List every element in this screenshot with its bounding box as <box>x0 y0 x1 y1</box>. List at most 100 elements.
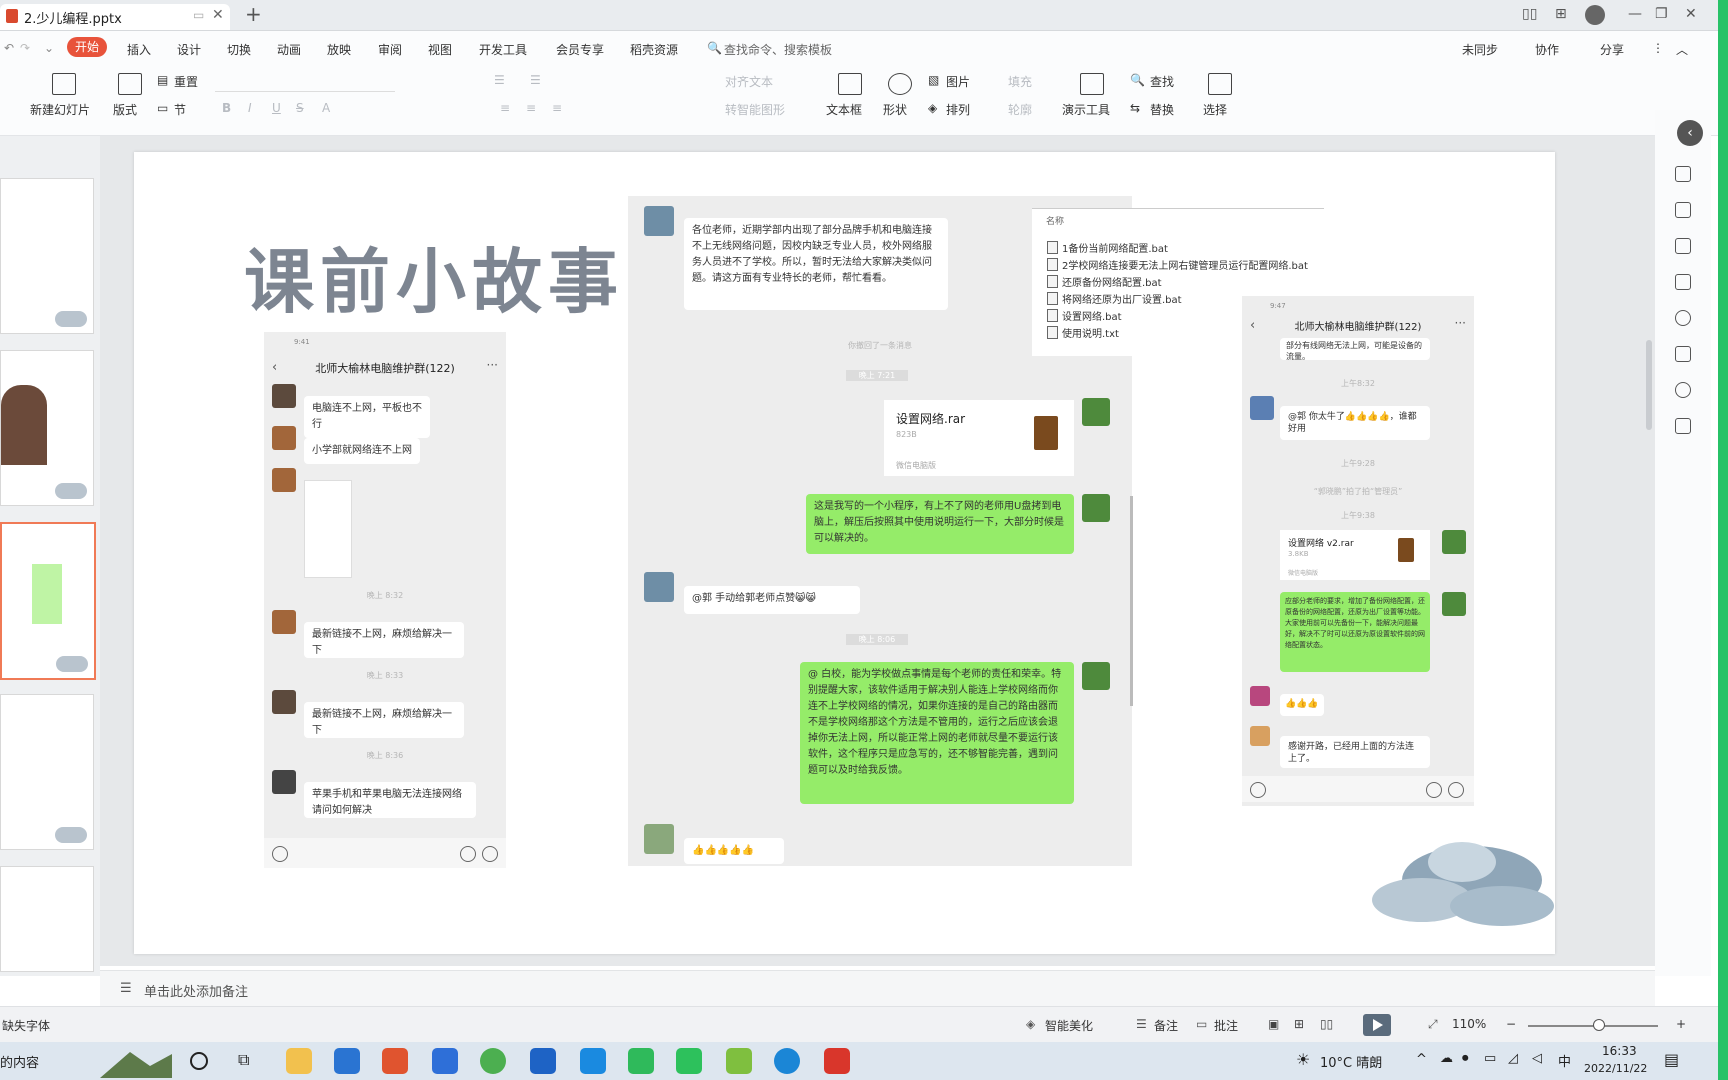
app-icon[interactable] <box>628 1048 654 1074</box>
search-command[interactable]: 查找命令、搜索模板 <box>724 41 832 58</box>
reading-view-icon[interactable]: ▯▯ <box>1320 1017 1333 1031</box>
clock-date[interactable]: 2022/11/22 <box>1584 1062 1647 1075</box>
presenter-tools-button[interactable]: 演示工具 <box>1062 101 1110 118</box>
missing-font-button[interactable]: 缺失字体 <box>2 1017 50 1034</box>
picture-icon[interactable]: ▧ <box>928 73 939 87</box>
new-slide-button[interactable]: 新建幻灯片 <box>30 101 90 118</box>
weather-text[interactable]: 10°C 晴朗 <box>1320 1052 1382 1071</box>
font-name-box[interactable] <box>215 73 395 92</box>
ime-indicator[interactable]: 中 <box>1558 1051 1571 1070</box>
volume-icon[interactable]: ◁ <box>1532 1051 1542 1066</box>
menu-member[interactable]: 会员专享 <box>556 41 604 58</box>
replace-button[interactable]: 替换 <box>1150 101 1174 118</box>
smart-beautify-button[interactable]: 智能美化 <box>1045 1017 1093 1034</box>
arrange-button[interactable]: 排列 <box>946 101 970 118</box>
collapse-ribbon-icon[interactable]: ︿ <box>1676 41 1688 58</box>
zoom-level[interactable]: 110% <box>1452 1017 1486 1031</box>
restore-icon[interactable]: ❐ <box>1655 6 1668 22</box>
find-icon[interactable]: 🔍 <box>1130 73 1145 87</box>
layout-icon[interactable] <box>118 73 142 95</box>
settings-sliders-icon[interactable] <box>1675 202 1691 218</box>
notification-icon[interactable]: ▤ <box>1664 1050 1679 1069</box>
select-icon[interactable] <box>1208 73 1232 95</box>
menu-slideshow[interactable]: 放映 <box>327 41 351 58</box>
align-left-icon[interactable]: ≡ <box>500 101 510 115</box>
grid-icon[interactable]: ⊞ <box>1555 6 1567 22</box>
bullets-icon[interactable]: ☰ <box>494 73 505 87</box>
fit-icon[interactable]: ⤢ <box>1428 1017 1438 1032</box>
align-center-icon[interactable]: ≡ <box>526 101 536 115</box>
normal-view-icon[interactable]: ▣ <box>1268 1017 1279 1031</box>
picture-button[interactable]: 图片 <box>946 73 970 90</box>
menu-design[interactable]: 设计 <box>177 41 201 58</box>
numbering-icon[interactable]: ☰ <box>530 73 541 87</box>
wechat-icon[interactable] <box>676 1048 702 1074</box>
presenter-tools-icon[interactable] <box>1080 73 1104 95</box>
compass-icon[interactable] <box>1675 382 1691 398</box>
find-button[interactable]: 查找 <box>1150 73 1174 90</box>
shape-icon[interactable] <box>888 73 912 95</box>
beautify-icon[interactable]: ◈ <box>1026 1017 1035 1031</box>
menu-transition[interactable]: 切换 <box>227 41 251 58</box>
menu-start[interactable]: 开始 <box>67 37 107 57</box>
office-icon[interactable] <box>382 1048 408 1074</box>
notes-placeholder[interactable]: 单击此处添加备注 <box>144 981 248 1000</box>
play-slideshow-button[interactable] <box>1363 1014 1391 1036</box>
slide-thumbnail[interactable] <box>0 350 94 506</box>
image-icon[interactable] <box>1675 346 1691 362</box>
sync-button[interactable]: 未同步 <box>1462 41 1498 58</box>
rocket-icon[interactable] <box>1675 166 1691 182</box>
tray-chevron-icon[interactable]: ^ <box>1416 1052 1427 1067</box>
reset-button[interactable]: 重置 <box>174 73 198 90</box>
more-icon[interactable]: ⋮ <box>1652 41 1664 55</box>
edge-icon[interactable] <box>774 1048 800 1074</box>
task-view-icon[interactable]: ⧉ <box>238 1050 249 1070</box>
comment-icon[interactable]: ▭ <box>1196 1017 1207 1031</box>
underline-icon[interactable]: U <box>272 101 281 115</box>
dropdown-icon[interactable]: ⌄ <box>44 41 54 55</box>
mic-icon[interactable]: ⏺ <box>1462 1051 1469 1066</box>
notes-toggle-button[interactable]: 备注 <box>1154 1017 1178 1034</box>
notes-bar[interactable]: ☰ 单击此处添加备注 <box>100 970 1655 1007</box>
convert-smartart-button[interactable]: 转智能图形 <box>725 101 785 118</box>
taskbar-search-text[interactable]: 的内容 <box>0 1052 39 1071</box>
outline-button[interactable]: 轮廓 <box>1008 101 1032 118</box>
wps-icon[interactable] <box>824 1048 850 1074</box>
zoom-out-icon[interactable]: − <box>1506 1017 1516 1031</box>
slide-thumbnail[interactable] <box>0 866 94 972</box>
app-icon[interactable] <box>432 1048 458 1074</box>
fill-button[interactable]: 填充 <box>1008 73 1032 90</box>
undo-icon[interactable]: ↶ <box>4 41 14 55</box>
slide-title[interactable]: 课前小故事 <box>244 226 624 327</box>
mail-icon[interactable] <box>334 1048 360 1074</box>
font-color-icon[interactable]: A <box>322 101 330 115</box>
book-icon[interactable] <box>1675 418 1691 434</box>
slide-thumbnail[interactable] <box>0 694 94 850</box>
help-icon[interactable] <box>1675 310 1691 326</box>
reset-icon[interactable]: ▤ <box>157 73 168 87</box>
menu-review[interactable]: 审阅 <box>378 41 402 58</box>
new-slide-icon[interactable] <box>52 73 76 95</box>
menu-insert[interactable]: 插入 <box>127 41 151 58</box>
pin-icon[interactable] <box>1675 238 1691 254</box>
bold-icon[interactable]: B <box>222 101 231 115</box>
sorter-view-icon[interactable]: ⊞ <box>1294 1017 1304 1031</box>
align-right-icon[interactable]: ≡ <box>552 101 562 115</box>
zoom-in-icon[interactable]: + <box>1676 1017 1686 1031</box>
clock-time[interactable]: 16:33 <box>1602 1044 1637 1058</box>
feishu-icon[interactable] <box>580 1048 606 1074</box>
arrange-icon[interactable]: ◈ <box>928 101 937 115</box>
collapse-icon[interactable]: ‹ <box>1677 120 1703 146</box>
textbox-button[interactable]: 文本框 <box>826 101 862 118</box>
search-icon[interactable]: 🔍 <box>707 41 722 55</box>
text-direction-button[interactable]: 对齐文本 <box>725 73 773 90</box>
file-explorer-icon[interactable] <box>286 1048 312 1074</box>
slide-thumbnail[interactable] <box>0 178 94 334</box>
new-tab-icon[interactable]: + <box>245 2 262 26</box>
copy-icon[interactable] <box>1675 274 1691 290</box>
app-icon[interactable] <box>726 1048 752 1074</box>
zoom-slider-thumb[interactable] <box>1593 1019 1605 1031</box>
section-icon[interactable]: ▭ <box>157 101 168 115</box>
comments-button[interactable]: 批注 <box>1214 1017 1238 1034</box>
display-icon[interactable]: ▭ <box>1484 1051 1496 1066</box>
